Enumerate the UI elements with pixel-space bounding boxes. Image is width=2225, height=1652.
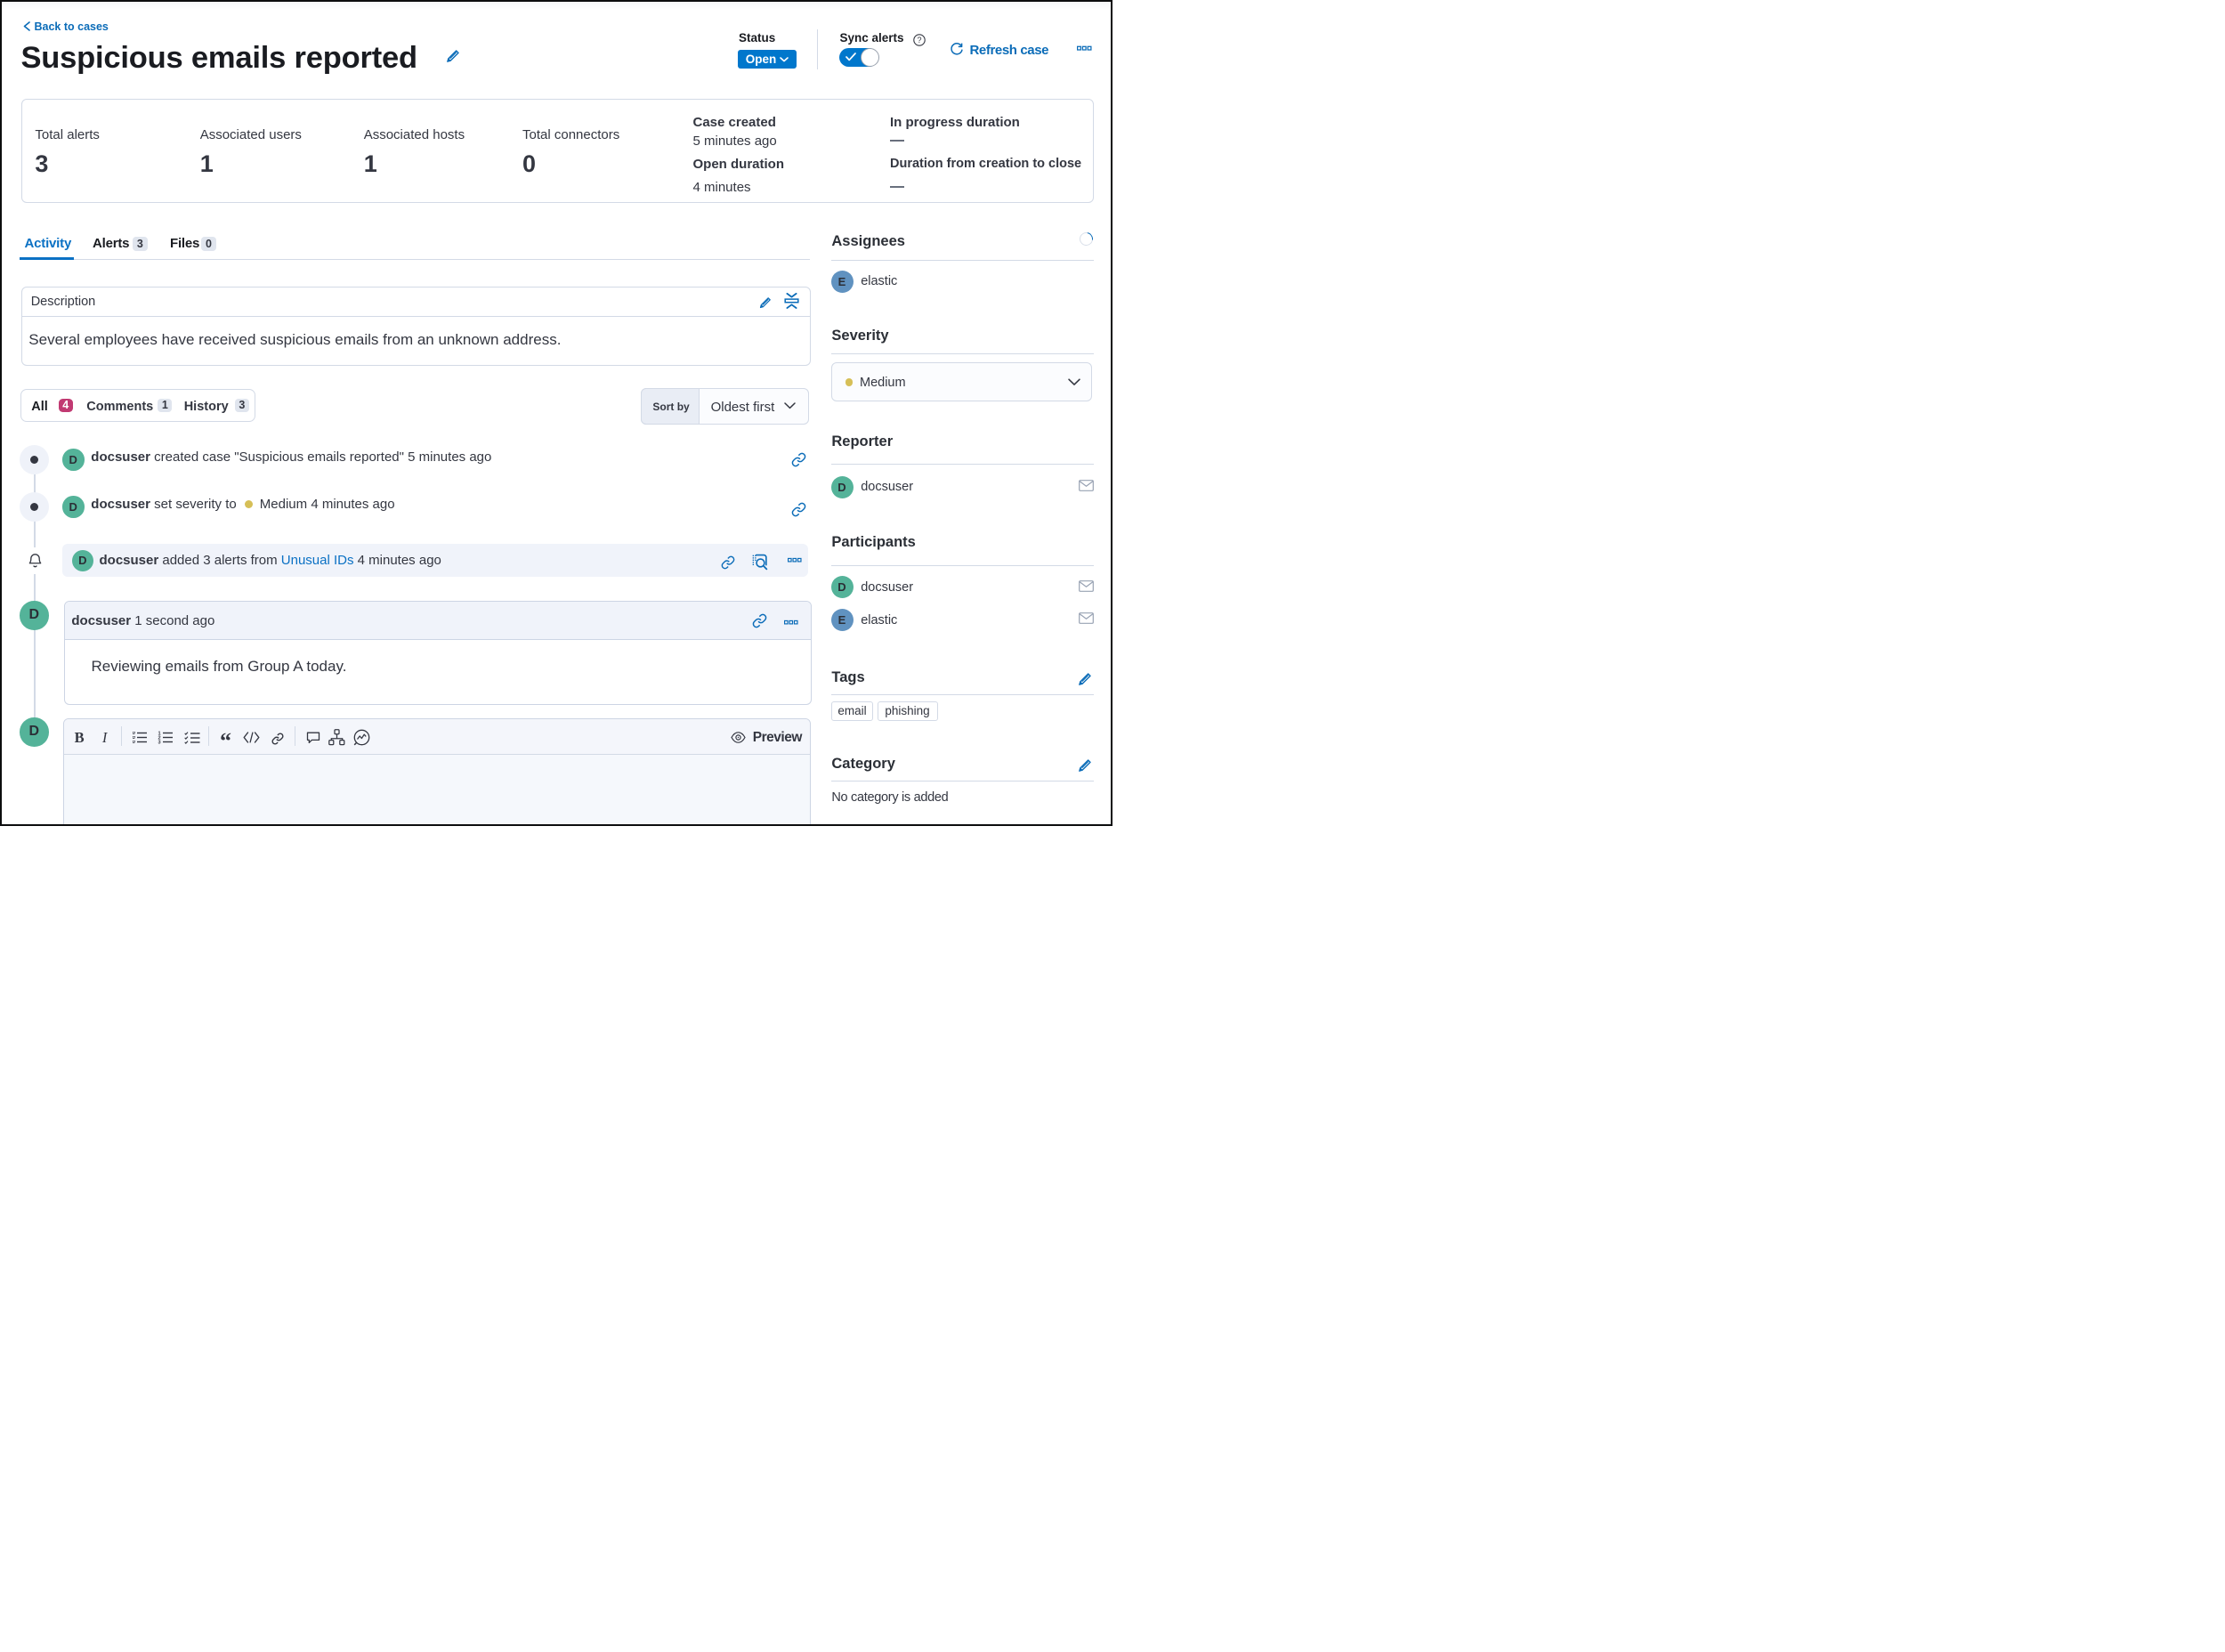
svg-text:3: 3: [158, 741, 160, 744]
svg-text:?: ?: [917, 36, 921, 45]
